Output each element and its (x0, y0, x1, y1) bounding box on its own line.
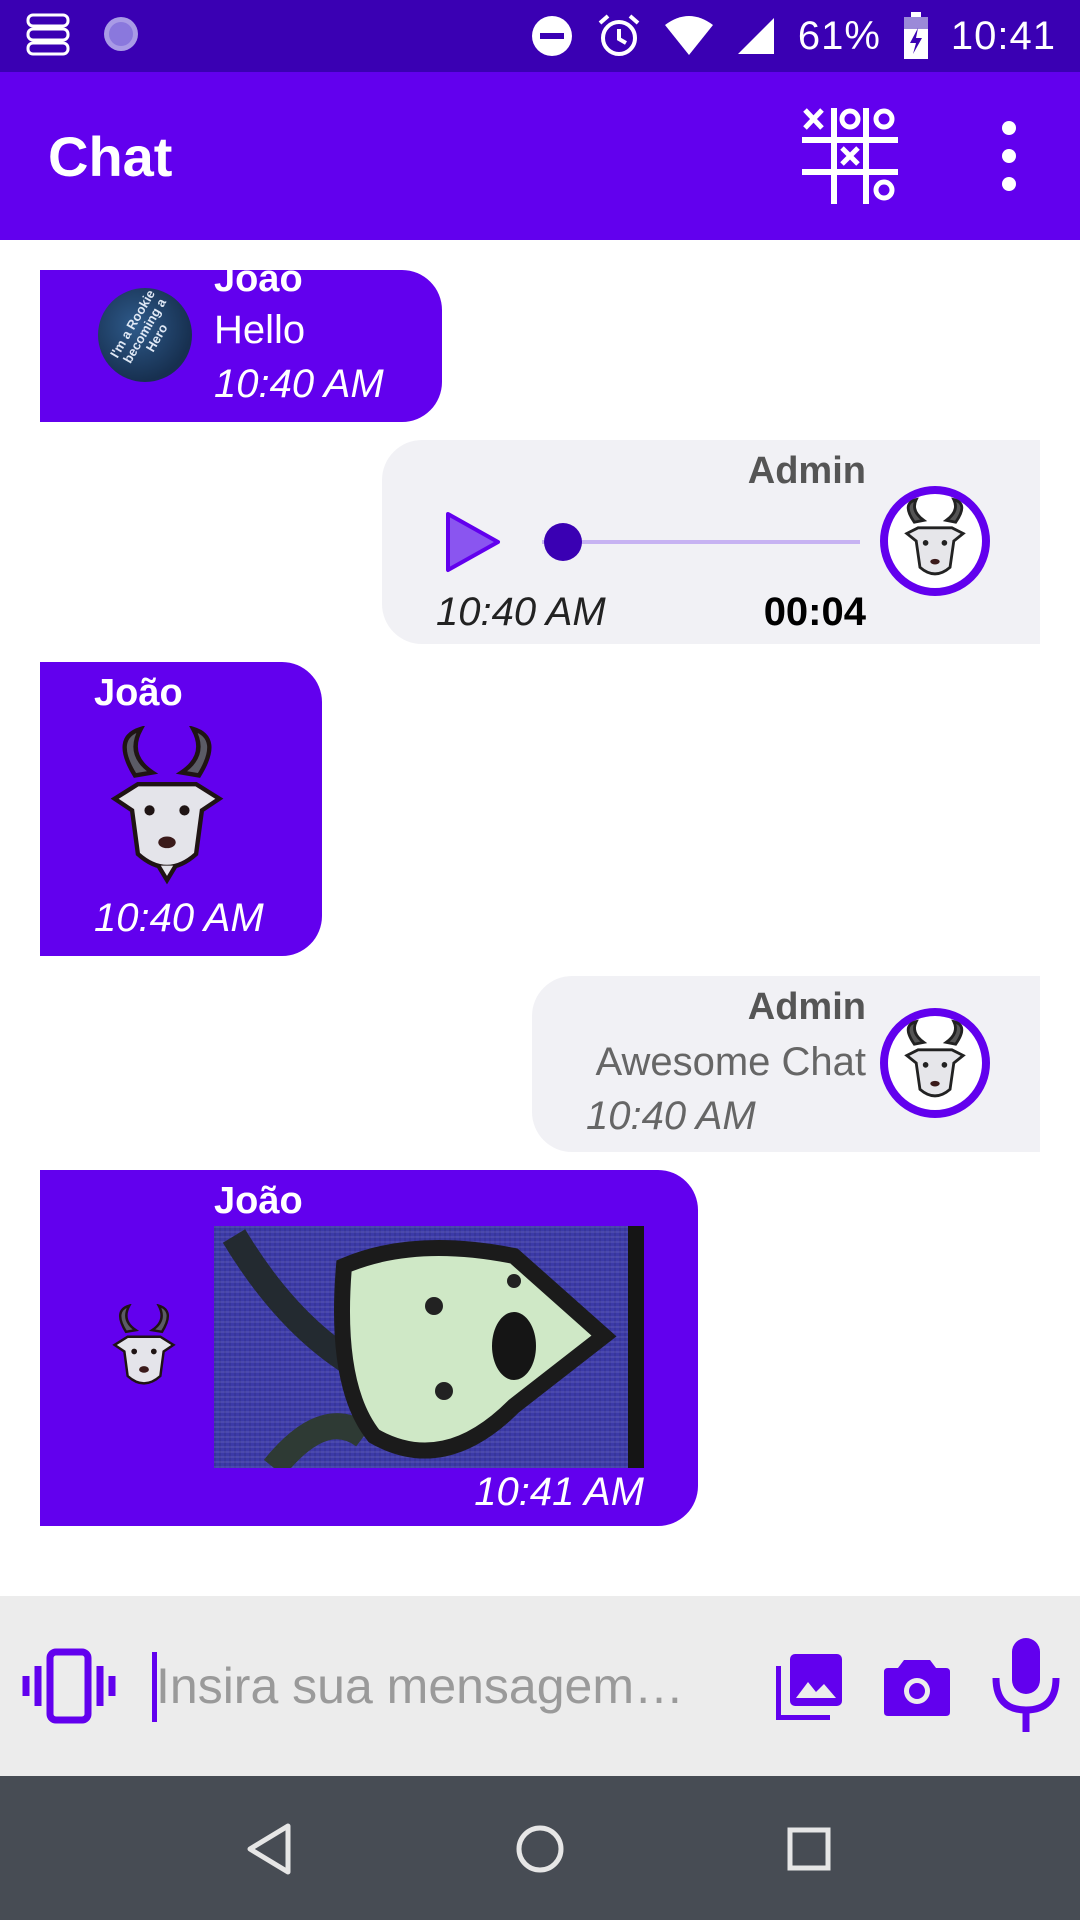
signal-icon (737, 18, 774, 54)
message-text: Hello (214, 308, 306, 352)
clock: 10:41 (950, 13, 1056, 58)
message-time: 10:40 AM (436, 590, 606, 634)
audio-duration: 00:04 (763, 590, 866, 634)
play-icon[interactable] (442, 510, 502, 574)
battery-percent: 61% (797, 13, 881, 58)
loading-icon (104, 17, 138, 51)
message-sender: João (214, 258, 303, 300)
recents-icon[interactable] (774, 1814, 844, 1884)
status-bar: 61% 10:41 (0, 0, 1080, 72)
avatar[interactable]: I'm a Rookie becoming a Hero (98, 288, 192, 382)
tic-tac-toe-icon[interactable] (800, 106, 900, 206)
message-bubble-incoming[interactable]: João 10:40 AM (40, 662, 322, 956)
home-icon[interactable] (505, 1814, 575, 1884)
battery-charging-icon (903, 12, 928, 59)
page-title: Chat (48, 125, 173, 188)
message-sender: Admin (747, 450, 866, 492)
microphone-icon[interactable] (988, 1636, 1064, 1734)
message-bubble-outgoing[interactable]: Admin Awesome Chat 10:40 AM (532, 976, 1040, 1152)
message-sender: Admin (747, 986, 866, 1028)
alarm-icon (598, 14, 640, 56)
message-sender: João (214, 1180, 303, 1222)
audio-seekbar[interactable] (542, 540, 860, 544)
audio-seekbar-thumb[interactable] (544, 523, 582, 561)
goat-photo (222, 1226, 644, 1468)
gallery-icon[interactable] (776, 1652, 844, 1720)
message-input[interactable] (150, 1648, 716, 1724)
message-image[interactable] (214, 1226, 644, 1468)
message-time: 10:40 AM (214, 362, 384, 406)
vibrate-icon[interactable] (22, 1648, 116, 1724)
message-sender: João (94, 672, 183, 714)
system-nav-bar (0, 1776, 1080, 1920)
dnd-icon (531, 16, 572, 56)
app-bar: Chat (0, 72, 1080, 240)
message-bubble-incoming[interactable]: João 10:41 AM (40, 1170, 698, 1526)
message-bubble-incoming[interactable]: I'm a Rookie becoming a Hero João Hello … (40, 258, 442, 422)
more-vert-icon[interactable] (984, 116, 1034, 196)
goat-icon[interactable] (102, 1304, 186, 1394)
message-time: 10:41 AM (474, 1470, 644, 1514)
avatar[interactable] (880, 1008, 990, 1118)
camera-icon[interactable] (884, 1656, 950, 1716)
wifi-icon (664, 16, 713, 55)
goat-icon (904, 1019, 966, 1098)
message-text: Awesome Chat (595, 1040, 866, 1084)
goat-icon (110, 726, 224, 885)
back-icon[interactable] (236, 1814, 306, 1884)
message-time: 10:40 AM (586, 1094, 756, 1138)
message-input-bar (0, 1596, 1080, 1776)
storage-icon (26, 13, 70, 56)
goat-icon (904, 497, 966, 576)
message-list[interactable]: I'm a Rookie becoming a Hero João Hello … (0, 240, 1080, 1596)
message-bubble-outgoing[interactable]: Admin 10:40 AM 00:04 (382, 440, 1040, 644)
avatar[interactable] (880, 486, 990, 596)
message-time: 10:40 AM (94, 896, 264, 940)
